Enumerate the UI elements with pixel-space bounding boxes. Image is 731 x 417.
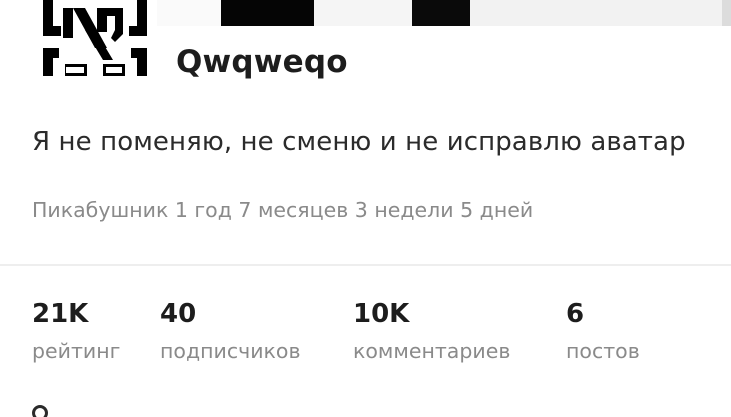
stat-subscribers[interactable]: 40 подписчиков (160, 297, 301, 364)
profile-page: Qwqweqo Я не поменяю, не сменю и не испр… (0, 0, 731, 417)
member-since: Пикабушник 1 год 7 месяцев 3 недели 5 дн… (32, 198, 534, 222)
stat-value: 21K (32, 299, 89, 329)
profile-bio: Я не поменяю, не сменю и не исправлю ава… (32, 127, 686, 157)
stat-value: 6 (566, 299, 585, 329)
rammstein-logo-icon (43, 0, 147, 76)
next-row-peek (32, 405, 48, 417)
stat-posts[interactable]: 6 постов (566, 297, 640, 364)
stat-label: постов (566, 339, 640, 363)
stat-rating[interactable]: 21K рейтинг (32, 297, 120, 364)
divider (0, 264, 731, 266)
stat-value: 10K (353, 299, 410, 329)
stat-label: рейтинг (32, 339, 121, 363)
username[interactable]: Qwqweqo (176, 44, 348, 80)
stat-value: 40 (160, 299, 197, 329)
stat-label: подписчиков (160, 339, 301, 363)
avatar[interactable] (33, 0, 157, 88)
stat-comments[interactable]: 10K комментариев (353, 297, 510, 364)
stat-label: комментариев (353, 339, 511, 363)
